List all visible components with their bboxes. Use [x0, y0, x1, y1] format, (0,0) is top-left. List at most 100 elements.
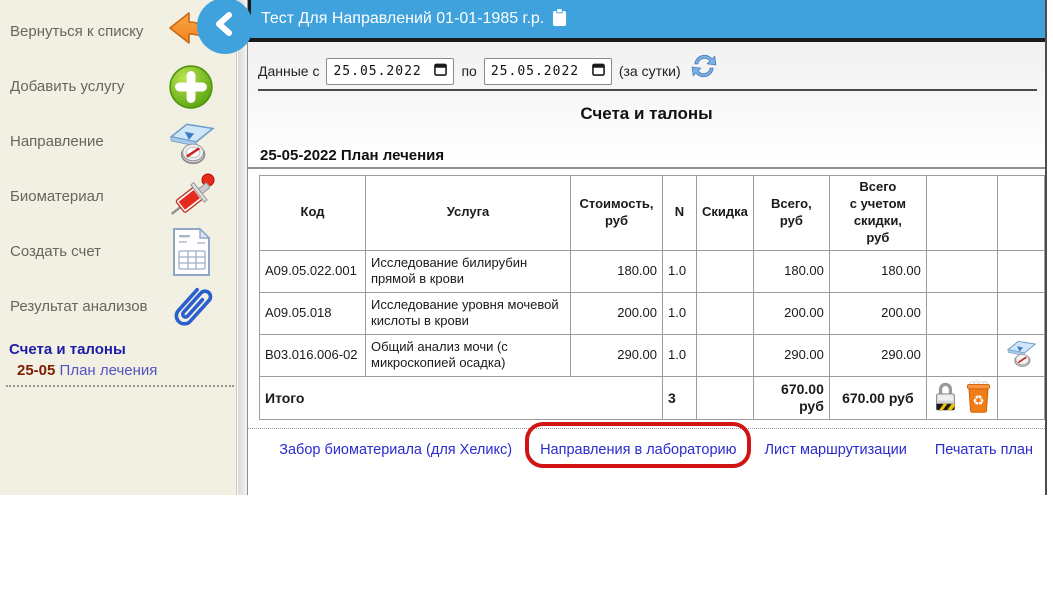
sidebar-item-label: Результат анализов	[10, 297, 148, 315]
sidebar-item-add-service[interactable]: Добавить услугу	[0, 63, 236, 111]
page-title: Счета и талоны	[580, 104, 713, 123]
cell-total-discount: 290.00	[828, 333, 927, 377]
cell-actions	[925, 333, 998, 377]
collapse-sidebar-button[interactable]	[197, 0, 253, 54]
plan-date-label: 25-05	[17, 362, 56, 379]
calendar-icon[interactable]	[434, 63, 448, 79]
col-header-service: Услуга	[365, 175, 571, 251]
sidebar-gutter	[238, 0, 248, 495]
compass-icon[interactable]	[166, 118, 216, 166]
patient-header-bar: Тест Для Направлений 01-01-1985 г.р.	[248, 0, 1045, 42]
col-header-actions	[925, 175, 998, 251]
calendar-icon[interactable]	[591, 63, 605, 79]
total-n: 3	[662, 375, 697, 421]
cell-total-discount: 200.00	[828, 291, 927, 335]
cell-discount	[696, 249, 754, 293]
table-header-row: Код Услуга Стоимость, руб N Скидка Всего…	[259, 175, 1045, 251]
total-label: Итого	[259, 375, 663, 421]
cell-actions	[925, 249, 998, 293]
cell-extra	[996, 291, 1045, 335]
table-total-row: Итого 3 670.00 руб 670.00 руб ♻	[259, 375, 1045, 421]
table-row: A09.05.018 Исследование уровня мочевой к…	[259, 291, 1045, 335]
sidebar-item-analysis-results[interactable]: Результат анализов	[0, 283, 236, 331]
cell-code: A09.05.022.001	[259, 249, 366, 293]
link-routing-sheet[interactable]: Лист маршрутизации	[764, 442, 906, 458]
chevron-left-icon	[210, 9, 240, 44]
cell-n: 1.0	[662, 249, 697, 293]
total-actions-cell: ♻	[925, 375, 998, 421]
total-discount-empty	[696, 375, 754, 421]
total-sum: 670.00 руб	[752, 375, 830, 421]
link-print-plan[interactable]: Печатать план	[935, 442, 1033, 458]
cell-n: 1.0	[662, 333, 697, 377]
cell-referral-action	[996, 333, 1045, 377]
table-row: B03.016.006-02 Общий анализ мочи (с микр…	[259, 333, 1045, 377]
refresh-icon[interactable]	[690, 52, 718, 83]
subtitle-divider	[248, 167, 1045, 169]
cell-total: 180.00	[752, 249, 830, 293]
footer-divider	[248, 428, 1045, 430]
sidebar-item-label: Создать счет	[10, 242, 102, 260]
sidebar-divider	[6, 385, 234, 387]
sidebar-item-label: Направление	[10, 132, 104, 150]
total-sum-with-discount: 670.00 руб	[828, 375, 927, 421]
date-from-input[interactable]: 25.05.2022	[326, 57, 455, 85]
cell-extra	[996, 249, 1045, 293]
col-header-discount: Скидка	[696, 175, 754, 251]
sidebar-item-label: Добавить услугу	[10, 77, 125, 95]
filter-divider	[258, 89, 1037, 91]
date-to-input[interactable]: 25.05.2022	[483, 57, 612, 85]
svg-text:♻: ♻	[972, 393, 984, 409]
sidebar-item-label: Биоматериал	[10, 187, 104, 205]
cell-discount	[696, 333, 754, 377]
sidebar-item-create-invoice[interactable]: Создать счет	[0, 227, 236, 276]
link-lab-referrals[interactable]: Направления в лабораторию	[540, 442, 736, 458]
cell-price: 180.00	[570, 249, 663, 293]
table-row: A09.05.022.001 Исследование билирубин пр…	[259, 249, 1045, 293]
content-area: Тест Для Направлений 01-01-1985 г.р. Дан…	[248, 0, 1047, 495]
date-filter-row: Данные с 25.05.2022 по 25.05.2022 (за су…	[258, 54, 1045, 85]
sidebar-item-referral[interactable]: Направление	[0, 118, 236, 166]
col-header-total-discount: Всего с учетом скидки, руб	[828, 175, 927, 251]
total-extra-cell	[996, 375, 1045, 421]
filter-to-label: по	[461, 63, 477, 79]
lock-icon[interactable]	[932, 380, 959, 417]
cell-discount	[696, 291, 754, 335]
date-to-value: 25.05.2022	[490, 63, 580, 79]
footer-links-row: Забор биоматериала (для Хеликс) Направле…	[248, 422, 1045, 469]
cell-service: Общий анализ мочи (с микроскопией осадка…	[365, 333, 571, 377]
treatment-plan-table: Код Услуга Стоимость, руб N Скидка Всего…	[259, 175, 1045, 421]
page: Вернуться к списку Добавить услугу Напра…	[0, 0, 1053, 600]
cell-service: Исследование уровня мочевой кислоты в кр…	[365, 291, 571, 335]
compass-icon[interactable]	[1003, 338, 1039, 372]
cell-total: 200.00	[752, 291, 830, 335]
plan-subtitle: 25-05-2022 План лечения	[260, 147, 445, 164]
cell-price: 200.00	[570, 291, 663, 335]
sidebar-invoices-section: Счета и талоны 25-05 План лечения	[0, 341, 236, 387]
col-header-total: Всего, руб	[752, 175, 830, 251]
per-day-label: (за сутки)	[618, 63, 681, 79]
sidebar-section-title[interactable]: Счета и талоны	[9, 341, 236, 358]
col-header-code: Код	[259, 175, 366, 251]
cell-total: 290.00	[752, 333, 830, 377]
sidebar-treatment-plan-link[interactable]: План лечения	[60, 362, 158, 379]
cell-code: B03.016.006-02	[259, 333, 366, 377]
add-plus-icon[interactable]	[166, 63, 216, 111]
cell-total-discount: 180.00	[828, 249, 927, 293]
syringe-icon[interactable]	[166, 173, 216, 221]
trash-icon[interactable]: ♻	[965, 379, 992, 417]
col-header-n: N	[662, 175, 697, 251]
filter-from-label: Данные с	[258, 63, 320, 79]
patient-title: Тест Для Направлений 01-01-1985 г.р.	[261, 10, 545, 27]
clipboard-icon[interactable]	[552, 8, 567, 32]
sidebar-item-biomaterial[interactable]: Биоматериал	[0, 173, 236, 221]
cell-code: A09.05.018	[259, 291, 366, 335]
date-from-value: 25.05.2022	[333, 63, 422, 79]
invoice-icon[interactable]	[166, 227, 216, 276]
sidebar: Вернуться к списку Добавить услугу Напра…	[0, 0, 237, 495]
col-header-extra	[996, 175, 1045, 251]
paperclip-icon[interactable]	[166, 283, 216, 331]
col-header-price: Стоимость, руб	[570, 175, 663, 251]
sidebar-item-label: Вернуться к списку	[10, 22, 144, 40]
link-biomaterial-sampling[interactable]: Забор биоматериала (для Хеликс)	[279, 442, 512, 458]
